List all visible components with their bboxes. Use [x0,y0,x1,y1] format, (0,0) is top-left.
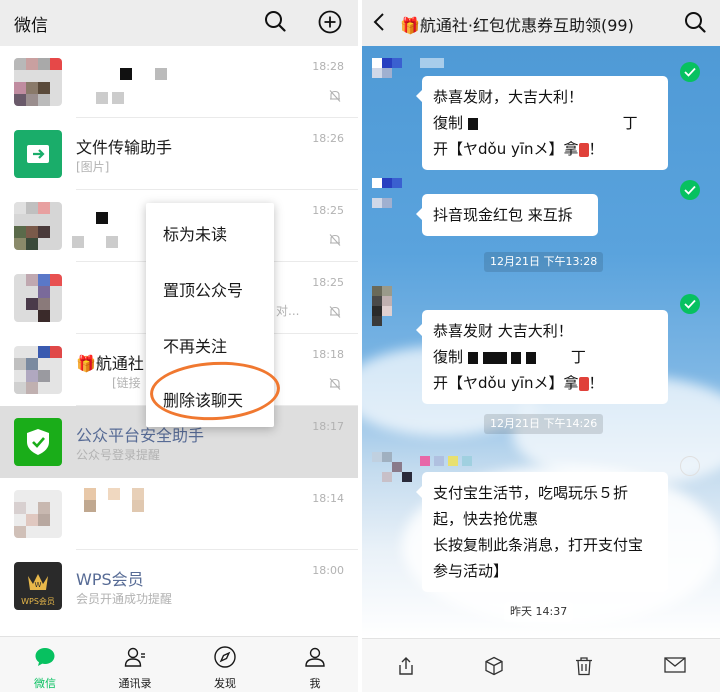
chat-top-bar: 🎁航通社·红包优惠券互助领(99) [362,0,720,46]
message-bubble[interactable]: 恭喜发财，大吉大利！ 復制 丁 开【ヤdǒu yīnメ】拿！ [416,76,668,170]
chat-time: 18:18 [312,348,344,361]
avatar [14,346,62,394]
message-bubble[interactable]: 恭喜发财 大吉大利！ 復制 丁 开【ヤdǒu yīnメ】拿！ [416,310,668,404]
avatar [14,274,62,322]
sender-avatar [372,286,412,326]
menu-mark-unread[interactable]: 标为未读 [163,221,227,245]
chat-name: 🎁航通社 [76,354,144,373]
chat-row[interactable]: 18:28 [0,46,358,118]
favorite-box-icon[interactable] [484,656,504,680]
group-chat-screen: 🎁航通社·红包优惠券互助领(99) 恭喜发财，大吉大利！ 復制 丁 开【ヤdǒu… [362,0,720,692]
compass-icon [214,646,236,668]
svg-text:W: W [35,581,42,589]
chat-preview: 会员开通成功提醒 [76,592,173,606]
share-icon[interactable] [396,656,416,680]
message-bubble[interactable]: 支付宝生活节，吃喝玩乐５折起，快去抢优惠 长按复制此条消息，打开支付宝参与活动】 [416,472,668,592]
tab-discover[interactable]: 发现 [180,637,270,692]
search-icon[interactable] [684,11,706,37]
menu-unfollow[interactable]: 不再关注 [163,333,227,357]
avatar [14,202,62,250]
chat-time: 18:14 [312,492,344,505]
message-bubble[interactable]: 抖音现金红包 来互拆 [416,194,598,236]
timestamp: 12月21日 下午14:26 [484,414,604,434]
chat-title: 🎁航通社·红包优惠券互助领(99) [400,16,634,35]
tab-me[interactable]: 我 [270,637,358,692]
chat-bubble-icon [35,648,55,666]
selected-check-icon[interactable] [680,294,700,314]
avatar [14,490,62,538]
chat-preview: [链接 [112,376,141,390]
back-arrow-icon[interactable] [372,12,386,36]
wps-avatar: W WPS会员 [14,562,62,610]
chat-time: 18:26 [312,132,344,145]
chat-row-wps[interactable]: W WPS会员 WPS会员 会员开通成功提醒 18:00 [0,550,358,622]
plus-circle-icon[interactable] [318,10,342,38]
search-icon[interactable] [264,10,286,36]
mute-bell-icon [328,376,342,395]
chat-name: 文件传输助手 [76,138,173,157]
chat-time: 18:25 [312,204,344,217]
trash-icon[interactable] [574,656,594,680]
selected-check-icon[interactable] [680,180,700,200]
timestamp: 昨天 14:37 [504,602,574,622]
multi-select-toolbar [362,638,720,692]
mute-bell-icon [328,88,342,107]
sender-avatar [372,58,412,98]
tab-chats[interactable]: 微信 [0,637,90,692]
tab-contacts[interactable]: 通讯录 [90,637,180,692]
file-transfer-avatar [14,130,62,178]
chat-time: 18:00 [312,564,344,577]
sender-avatar [372,178,412,218]
mute-bell-icon [328,232,342,251]
bottom-tab-bar: 微信 通讯录 发现 我 [0,636,358,692]
menu-pin-account[interactable]: 置顶公众号 [163,277,243,301]
chat-preview: 公众号登录提醒 [76,448,161,462]
sender-avatar [372,452,412,492]
top-bar: 微信 [0,0,358,46]
chat-time: 18:25 [312,276,344,289]
mail-icon[interactable] [664,656,686,678]
selected-check-icon[interactable] [680,62,700,82]
chat-row-file-transfer[interactable]: 文件传输助手 [图片] 18:26 [0,118,358,190]
chat-row[interactable]: 18:14 [0,478,358,550]
chat-preview: 对... [276,304,300,318]
chat-name: WPS会员 [76,570,144,589]
timestamp: 12月21日 下午13:28 [484,252,604,272]
chat-list-screen: 微信 18:28 文件传输助手 [图片] 18:26 18:25 对... 18… [0,0,358,692]
person-icon [305,647,325,667]
contacts-icon [124,647,145,667]
chat-time: 18:17 [312,420,344,433]
avatar [14,58,62,106]
chat-time: 18:28 [312,60,344,73]
app-title: 微信 [14,16,48,36]
mute-bell-icon [328,304,342,323]
shield-avatar-icon [14,418,62,466]
unselected-circle-icon[interactable] [680,456,700,476]
chat-preview: [图片] [76,160,110,174]
